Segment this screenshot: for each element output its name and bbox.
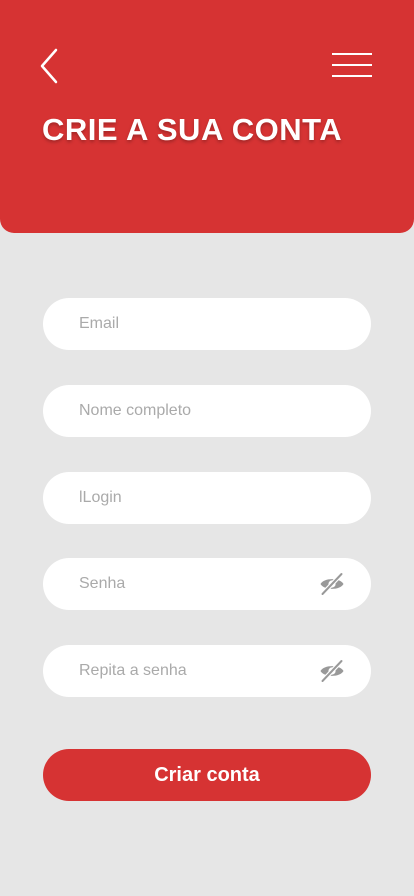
email-field[interactable]: [43, 298, 371, 350]
header: CRIE A SUA CONTA: [0, 0, 414, 233]
email-input[interactable]: [79, 298, 319, 350]
page-title: CRIE A SUA CONTA: [42, 112, 343, 147]
eye-slash-icon[interactable]: [319, 659, 345, 683]
repeat-password-field[interactable]: [43, 645, 371, 697]
login-field[interactable]: [43, 472, 371, 524]
eye-slash-icon[interactable]: [319, 572, 345, 596]
password-input[interactable]: [79, 558, 319, 610]
full-name-input[interactable]: [79, 385, 319, 437]
full-name-field[interactable]: [43, 385, 371, 437]
back-chevron-icon[interactable]: [36, 46, 68, 86]
create-account-button[interactable]: Criar conta: [43, 749, 371, 801]
login-input[interactable]: [79, 472, 319, 524]
repeat-password-input[interactable]: [79, 645, 319, 697]
hamburger-menu-icon[interactable]: [329, 48, 375, 84]
password-field[interactable]: [43, 558, 371, 610]
